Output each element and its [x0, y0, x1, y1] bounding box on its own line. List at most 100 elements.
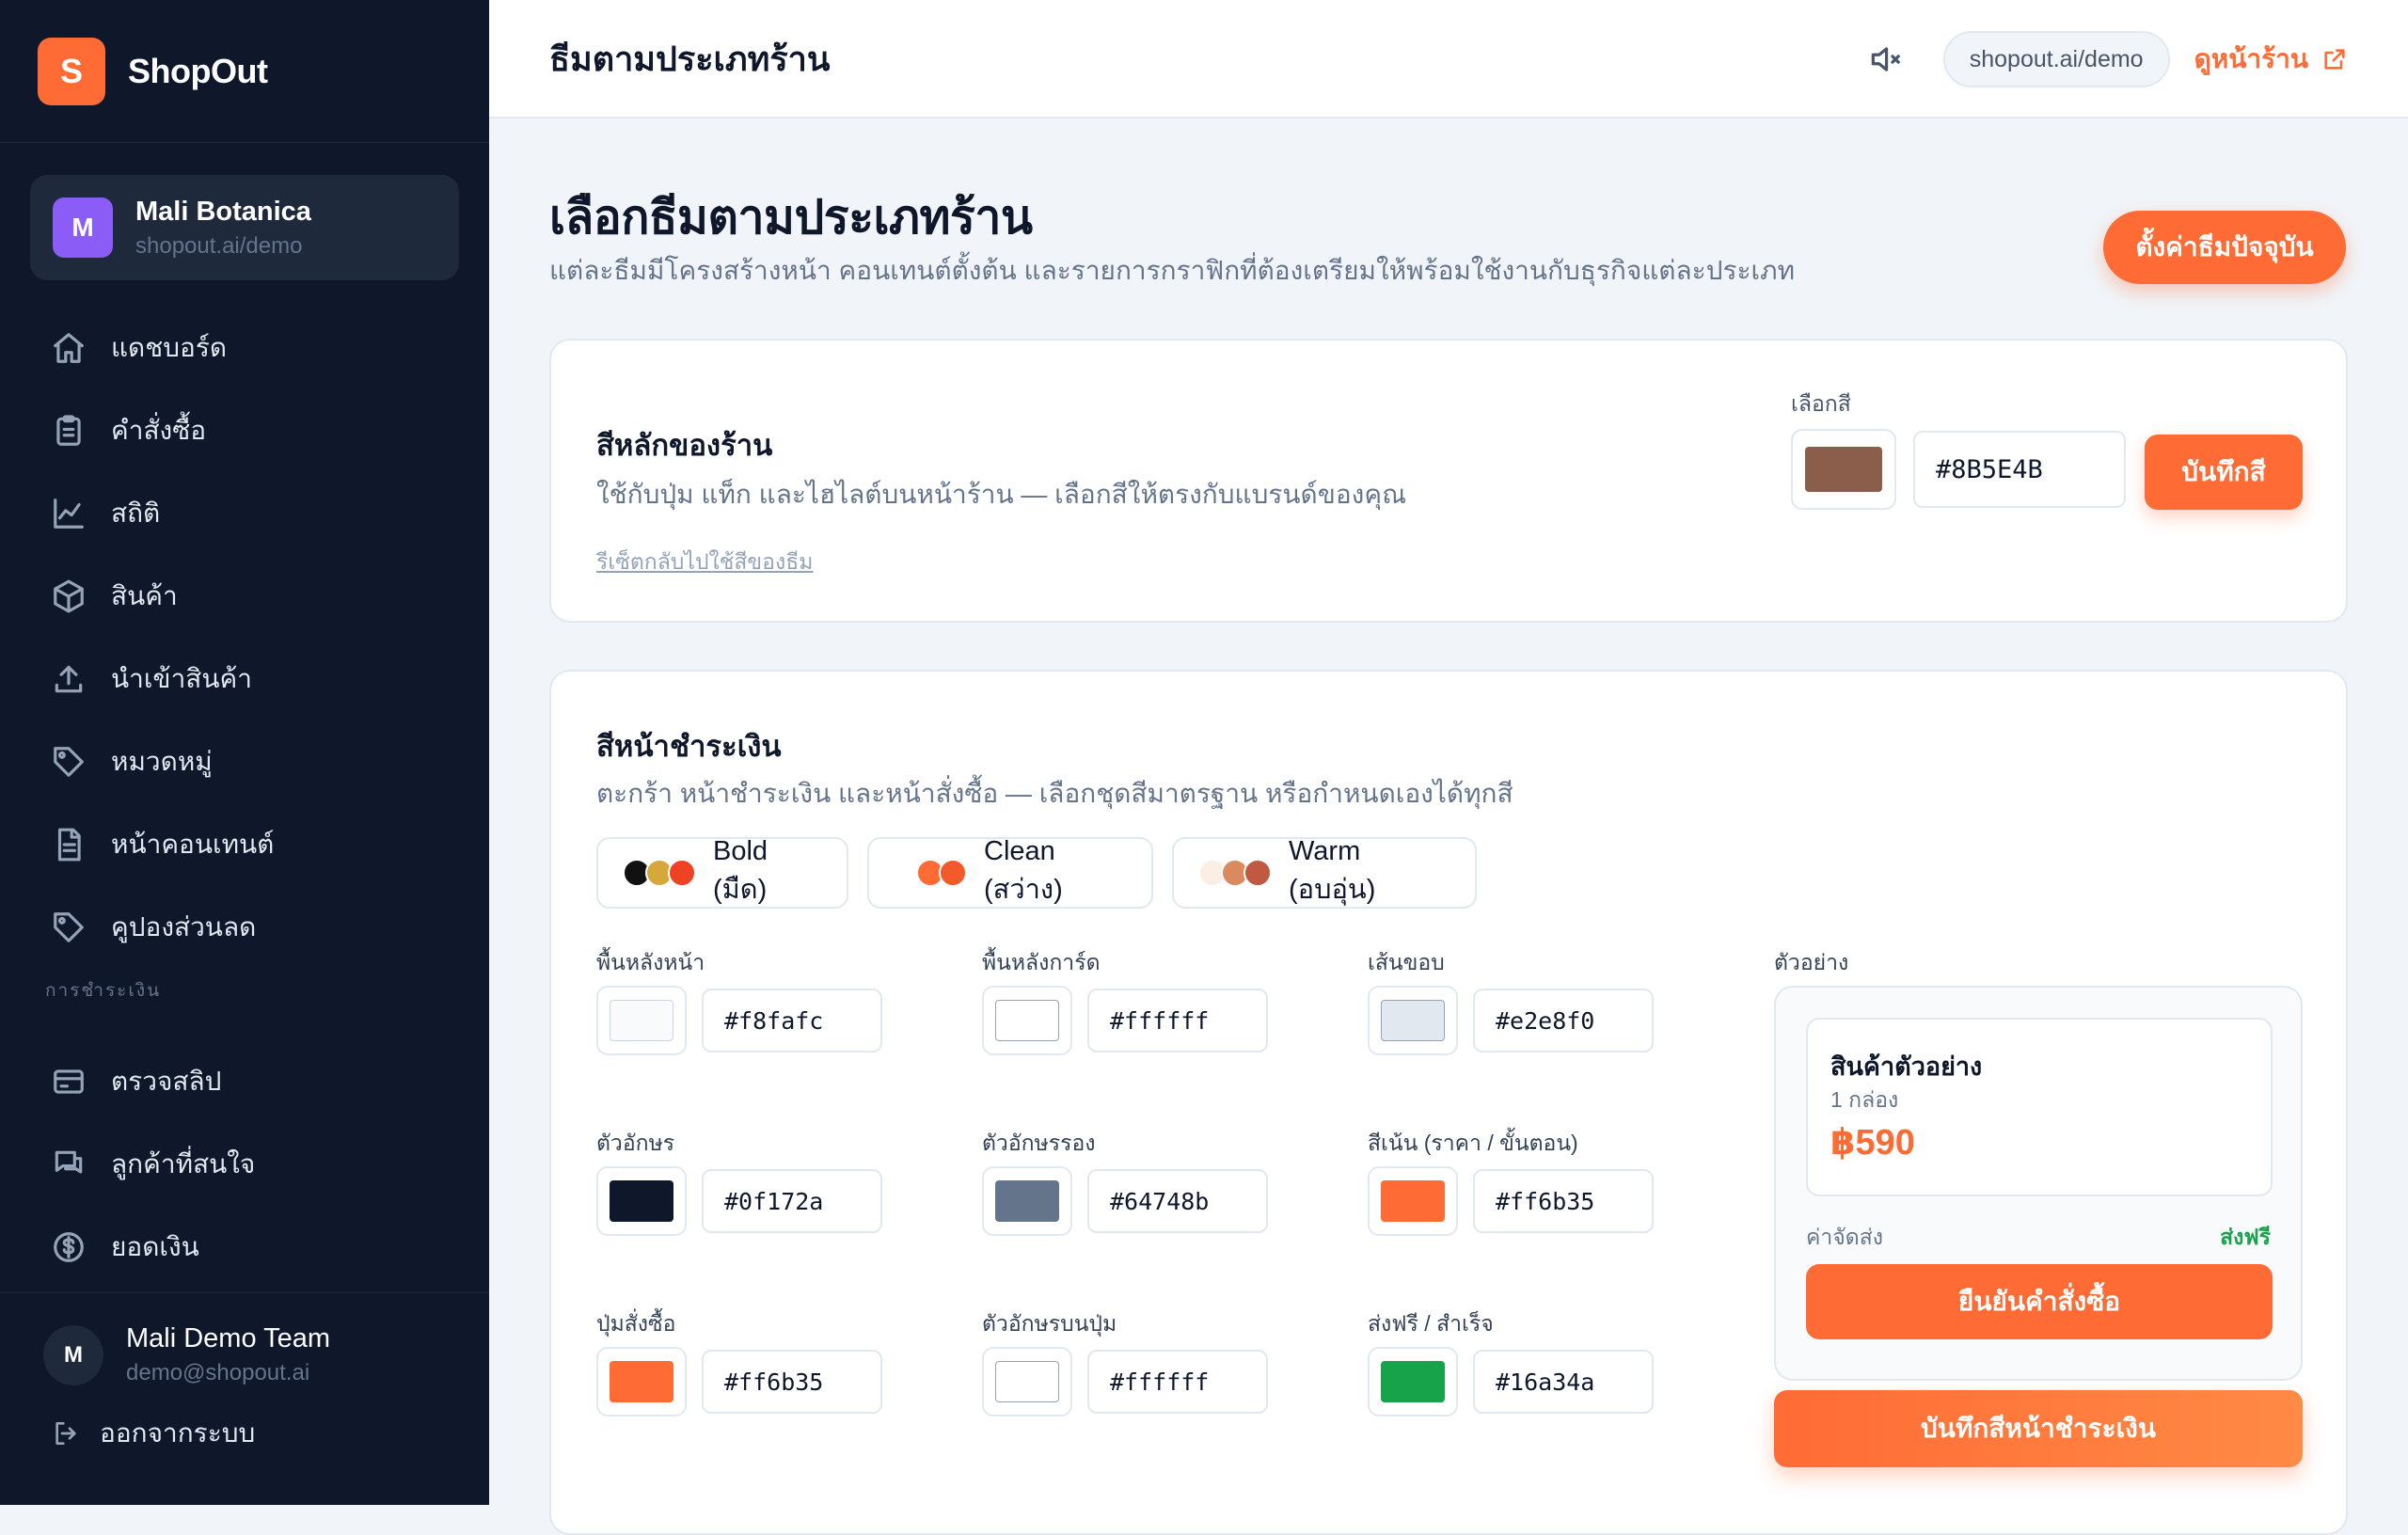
field-label-border: เส้นขอบ [1368, 950, 1445, 974]
color-picker-label: เลือกสี [1791, 391, 1851, 416]
sidebar-item-leads[interactable]: ลูกค้าที่สนใจ [0, 1123, 489, 1206]
sidebar-item-label: สินค้า [111, 581, 178, 610]
speaker-mute-icon [1871, 47, 1900, 71]
preset-label: Clean (สว่าง) [984, 835, 1063, 905]
card-bg-swatch[interactable] [982, 986, 1072, 1055]
preview-product-name: สินค้าตัวอย่าง [1830, 1052, 1983, 1081]
current-theme-settings-button[interactable]: ตั้งค่าธีมปัจจุบัน [2103, 211, 2346, 284]
document-icon [57, 828, 81, 862]
user-profile[interactable]: M Mali Demo Team demo@shopout.ai [0, 1323, 489, 1386]
sidebar-item-label: นำเข้าสินค้า [111, 664, 252, 693]
box-icon [54, 579, 84, 613]
preset-color-dots [1198, 859, 1272, 887]
brand[interactable]: S ShopOut [0, 0, 489, 143]
main-color-card: สีหลักของร้าน ใช้กับปุ่ม แท็ก และไฮไลต์บ… [549, 339, 2348, 623]
sidebar-item-label: ตรวจสลิป [111, 1067, 222, 1096]
sidebar-item-label: ยอดเงิน [111, 1232, 199, 1261]
main-color-title: สีหลักของร้าน [596, 429, 773, 462]
preset-bold[interactable]: Bold (มืด) [596, 835, 848, 909]
sidebar-item-dashboard[interactable]: แดชบอร์ด [0, 307, 489, 389]
sidebar-item-label: ลูกค้าที่สนใจ [111, 1149, 256, 1179]
checkout-colors-title: สีหน้าชำระเงิน [596, 730, 782, 763]
preview-shipping-value: ส่งฟรี [2220, 1225, 2271, 1249]
home-icon [54, 333, 84, 363]
sidebar-item-import[interactable]: นำเข้าสินค้า [0, 638, 489, 720]
accent-hex-input[interactable] [1473, 1169, 1654, 1233]
sidebar-item-slip-check[interactable]: ตรวจสลิป [0, 1040, 489, 1123]
swatch-fill [1805, 447, 1882, 492]
brand-name: ShopOut [128, 51, 268, 90]
border-hex-input[interactable] [1473, 989, 1654, 1052]
sidebar-item-label: หมวดหมู่ [111, 747, 213, 776]
store-url-pill[interactable]: shopout.ai/demo [1942, 31, 2170, 87]
brand-logo: S [38, 37, 105, 105]
store-switcher[interactable]: M Mali Botanica shopout.ai/demo [30, 175, 459, 280]
page-bg-hex-input[interactable] [702, 989, 882, 1052]
text-swatch[interactable] [596, 1166, 687, 1236]
main-color-description: ใช้กับปุ่ม แท็ก และไฮไลต์บนหน้าร้าน — เล… [596, 480, 1407, 509]
avatar: M [43, 1324, 103, 1385]
secondary-text-hex-input[interactable] [1087, 1169, 1268, 1233]
mute-button[interactable] [1864, 39, 1906, 80]
sidebar-item-products[interactable]: สินค้า [0, 555, 489, 638]
reset-theme-color-link[interactable]: รีเซ็ตกลับไปใช้สีของธีม [596, 546, 813, 579]
sidebar-item-label: หน้าคอนเทนต์ [111, 830, 275, 859]
field-label-secondary-text: ตัวอักษรรอง [982, 1131, 1096, 1155]
save-color-button[interactable]: บันทึกสี [2145, 435, 2303, 510]
save-checkout-colors-button[interactable]: บันทึกสีหน้าชำระเงิน [1774, 1390, 2303, 1467]
order-button-swatch[interactable] [596, 1347, 687, 1416]
preset-warm[interactable]: Warm (อบอุ่น) [1172, 836, 1477, 909]
field-label-page-bg: พื้นหลังหน้า [596, 950, 705, 974]
sidebar-section-payment: การชำระเงิน [45, 981, 162, 1001]
secondary-text-swatch[interactable] [982, 1166, 1072, 1236]
checkout-preview: สินค้าตัวอย่าง 1 กล่อง ฿590 ค่าจัดส่ง ส่… [1774, 986, 2303, 1381]
main-color-hex-input[interactable] [1913, 431, 2126, 508]
user-name: Mali Demo Team [126, 1323, 331, 1353]
chat-icon [55, 1150, 83, 1174]
store-avatar: M [53, 198, 113, 258]
preset-label: Bold (มืด) [713, 835, 768, 905]
topbar-title: ธีมตามประเภทร้าน [549, 39, 831, 78]
sidebar-item-balance[interactable]: ยอดเงิน [0, 1206, 489, 1289]
main-color-swatch[interactable] [1791, 429, 1896, 510]
sidebar-item-orders[interactable]: คำสั่งซื้อ [0, 389, 489, 472]
page-bg-swatch[interactable] [596, 986, 687, 1055]
view-store-link[interactable]: ดูหน้าร้าน [2194, 39, 2348, 80]
logout-label: ออกจากระบบ [100, 1418, 256, 1448]
sidebar-item-stats[interactable]: สถิติ [0, 472, 489, 555]
field-label-accent: สีเน้น (ราคา / ขั้นตอน) [1368, 1131, 1578, 1155]
sidebar-nav-payment: การชำระเงิน ตรวจสลิป ลูกค้าที่สนใจ ยอดเง… [0, 981, 489, 1289]
preview-shipping-label: ค่าจัดส่ง [1806, 1225, 1883, 1249]
text-hex-input[interactable] [702, 1169, 882, 1233]
external-link-icon [2324, 49, 2345, 70]
preview-product-card: สินค้าตัวอย่าง 1 กล่อง ฿590 [1806, 1018, 2273, 1196]
accent-swatch[interactable] [1368, 1166, 1458, 1236]
view-store-label: ดูหน้าร้าน [2194, 44, 2308, 73]
sidebar-footer: M Mali Demo Team demo@shopout.ai ออกจากร… [0, 1292, 489, 1505]
sidebar-item-coupons[interactable]: คูปองส่วนลด [0, 886, 489, 969]
button-text-swatch[interactable] [982, 1347, 1072, 1416]
ticket-icon [54, 912, 84, 942]
border-swatch[interactable] [1368, 986, 1458, 1055]
checkout-colors-card: สีหน้าชำระเงิน ตะกร้า หน้าชำระเงิน และหน… [549, 670, 2348, 1535]
order-button-hex-input[interactable] [702, 1350, 882, 1414]
preview-product-unit: 1 กล่อง [1830, 1087, 1899, 1112]
credit-card-icon [54, 1069, 84, 1094]
card-bg-hex-input[interactable] [1087, 989, 1268, 1052]
success-swatch[interactable] [1368, 1347, 1458, 1416]
page-title: เลือกธีมตามประเภทร้าน [549, 191, 1033, 244]
field-label-text: ตัวอักษร [596, 1131, 675, 1155]
sidebar-item-content-pages[interactable]: หน้าคอนเทนต์ [0, 803, 489, 886]
dollar-icon [54, 1232, 84, 1262]
store-name: Mali Botanica [135, 196, 311, 227]
field-label-button-text: ตัวอักษรบนปุ่ม [982, 1311, 1117, 1336]
preset-clean[interactable]: Clean (สว่าง) [867, 835, 1153, 909]
sidebar-item-categories[interactable]: หมวดหมู่ [0, 720, 489, 803]
button-text-hex-input[interactable] [1087, 1350, 1268, 1414]
sidebar-item-label: สถิติ [111, 498, 161, 528]
logout-button[interactable]: ออกจากระบบ [0, 1413, 489, 1454]
success-hex-input[interactable] [1473, 1350, 1654, 1414]
sidebar: S ShopOut M Mali Botanica shopout.ai/dem… [0, 0, 489, 1505]
preview-confirm-order-button[interactable]: ยืนยันคำสั่งซื้อ [1806, 1264, 2273, 1339]
sidebar-nav: แดชบอร์ด คำสั่งซื้อ สถิติ สินค้า นำเข้าส… [0, 307, 489, 969]
